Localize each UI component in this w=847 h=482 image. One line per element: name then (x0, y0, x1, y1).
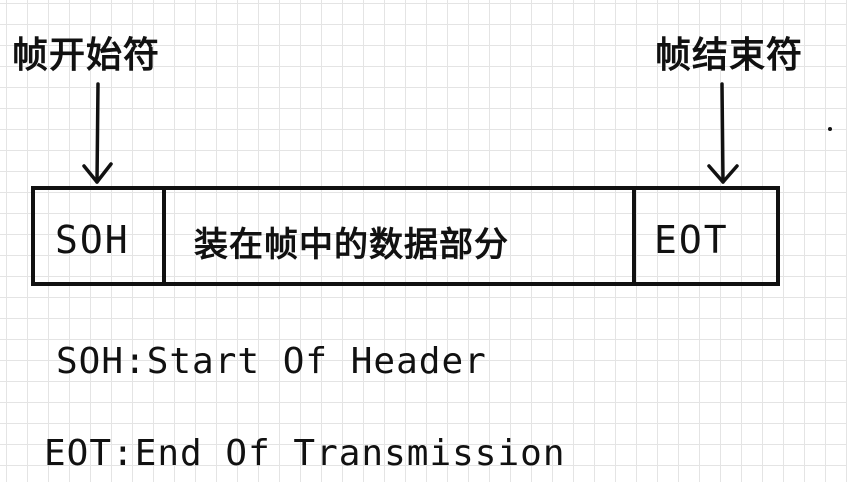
eot-cell: EOT (636, 190, 780, 282)
frame-start-label: 帧开始符 (12, 35, 161, 76)
legend-soh: SOH:Start Of Header (56, 341, 487, 382)
legend-eot: EOT:End Of Transmission (44, 433, 566, 474)
stray-dot (828, 127, 832, 131)
frame-structure: SOH 装在帧中的数据部分 EOT (31, 186, 780, 286)
soh-text: SOH (55, 218, 130, 262)
payload-cell: 装在帧中的数据部分 (166, 190, 636, 282)
payload-text: 装在帧中的数据部分 (194, 225, 509, 265)
soh-cell: SOH (35, 190, 166, 282)
frame-end-label: 帧结束符 (655, 35, 804, 76)
down-arrow-icon (707, 82, 739, 184)
down-arrow-icon (82, 82, 113, 184)
eot-text: EOT (654, 218, 729, 262)
